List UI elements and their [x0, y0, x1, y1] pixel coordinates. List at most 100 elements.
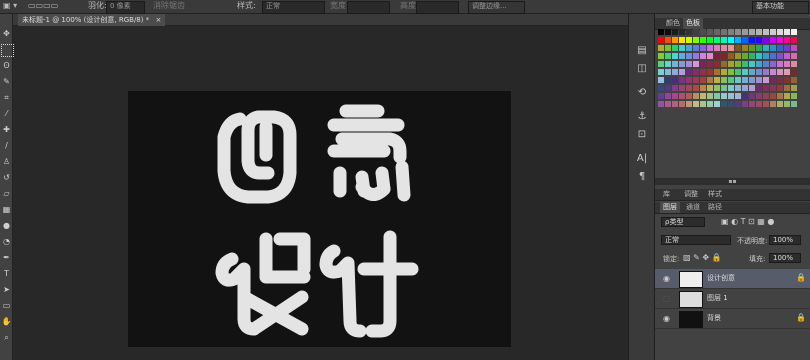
swatch[interactable] [763, 45, 769, 51]
swatch[interactable] [679, 45, 685, 51]
tab-adjustments[interactable]: 调整 [681, 189, 701, 200]
swatch[interactable] [693, 93, 699, 99]
swatch[interactable] [707, 101, 713, 107]
layer-row[interactable]: ◉ 设计创意 🔒 [655, 269, 810, 289]
swatch[interactable] [756, 29, 762, 35]
swatch[interactable] [686, 93, 692, 99]
swatch[interactable] [679, 101, 685, 107]
path-select-icon[interactable]: ➤ [1, 284, 12, 295]
swatch[interactable] [770, 29, 776, 35]
swatch[interactable] [672, 29, 678, 35]
healing-brush-icon[interactable]: ✚ [1, 124, 12, 135]
swatch[interactable] [728, 53, 734, 59]
swatch[interactable] [679, 61, 685, 67]
zoom-tool-icon[interactable]: ⌕ [1, 332, 12, 343]
swatch[interactable] [749, 29, 755, 35]
swatch[interactable] [777, 61, 783, 67]
swatch[interactable] [770, 61, 776, 67]
swatch[interactable] [693, 85, 699, 91]
swatch[interactable] [791, 53, 797, 59]
layer-row[interactable]: ◉ 背景 🔒 [655, 309, 810, 329]
swatch[interactable] [756, 37, 762, 43]
swatch[interactable] [784, 101, 790, 107]
swatch[interactable] [686, 69, 692, 75]
swatch[interactable] [714, 85, 720, 91]
swatch[interactable] [756, 85, 762, 91]
swatch[interactable] [770, 69, 776, 75]
swatch[interactable] [749, 37, 755, 43]
swatch[interactable] [742, 69, 748, 75]
swatch[interactable] [777, 69, 783, 75]
swatch[interactable] [665, 85, 671, 91]
swatch[interactable] [686, 101, 692, 107]
swatch[interactable] [784, 69, 790, 75]
swatch[interactable] [763, 53, 769, 59]
swatch[interactable] [707, 77, 713, 83]
panel-collapse-bar[interactable]: ▪▪ [655, 178, 810, 185]
swatch[interactable] [700, 45, 706, 51]
swatch[interactable] [721, 45, 727, 51]
swatch[interactable] [791, 69, 797, 75]
swatch[interactable] [791, 77, 797, 83]
swatch[interactable] [686, 85, 692, 91]
swatch[interactable] [672, 93, 678, 99]
fill-input[interactable]: 100% [769, 253, 801, 263]
swatch[interactable] [686, 37, 692, 43]
swatch[interactable] [742, 61, 748, 67]
swatch[interactable] [714, 69, 720, 75]
tab-color[interactable]: 颜色 [663, 18, 683, 29]
swatch[interactable] [784, 53, 790, 59]
swatch[interactable] [735, 61, 741, 67]
pen-tool-icon[interactable]: ✒ [1, 252, 12, 263]
swatch[interactable] [693, 69, 699, 75]
swatch[interactable] [749, 69, 755, 75]
workspace-select[interactable]: 基本功能 [752, 1, 809, 14]
swatch[interactable] [791, 93, 797, 99]
swatch[interactable] [679, 77, 685, 83]
swatch[interactable] [777, 37, 783, 43]
close-icon[interactable]: × [155, 16, 161, 24]
eyedropper-icon[interactable]: ⁄ [1, 108, 12, 119]
swatch[interactable] [777, 85, 783, 91]
swatch[interactable] [777, 77, 783, 83]
swatch[interactable] [777, 29, 783, 35]
swatch[interactable] [763, 101, 769, 107]
swatch[interactable] [735, 93, 741, 99]
swatch[interactable] [714, 61, 720, 67]
swatch[interactable] [658, 45, 664, 51]
swatch[interactable] [735, 85, 741, 91]
swatch[interactable] [672, 101, 678, 107]
swatch[interactable] [665, 93, 671, 99]
swatch[interactable] [763, 37, 769, 43]
swatch[interactable] [735, 29, 741, 35]
swatch[interactable] [742, 45, 748, 51]
swatch[interactable] [700, 53, 706, 59]
swatch[interactable] [742, 37, 748, 43]
swatch[interactable] [658, 29, 664, 35]
height-input[interactable] [416, 1, 459, 14]
swatch[interactable] [700, 93, 706, 99]
swatch[interactable] [665, 101, 671, 107]
swatch[interactable] [742, 29, 748, 35]
tab-paths[interactable]: 路径 [705, 202, 725, 213]
document-tab[interactable]: 未标题-1 @ 100% (设计创意, RGB/8) * × [18, 14, 166, 26]
clone-stamp-icon[interactable]: ♙ [1, 156, 12, 167]
hand-tool-icon[interactable]: ✋ [1, 316, 12, 327]
swatch[interactable] [658, 93, 664, 99]
swatch[interactable] [735, 37, 741, 43]
swatch[interactable] [763, 69, 769, 75]
swatch[interactable] [791, 45, 797, 51]
swatch[interactable] [672, 77, 678, 83]
swatch[interactable] [721, 69, 727, 75]
swatch[interactable] [756, 77, 762, 83]
swatch[interactable] [791, 37, 797, 43]
swatch[interactable] [658, 53, 664, 59]
swatch[interactable] [658, 37, 664, 43]
quick-select-icon[interactable]: ✎ [1, 76, 12, 87]
actions-icon[interactable]: ⚓ [635, 110, 649, 124]
swatch[interactable] [777, 93, 783, 99]
tab-styles[interactable]: 样式 [705, 189, 725, 200]
swatch[interactable] [770, 37, 776, 43]
history-icon[interactable]: ▤ [635, 44, 649, 58]
brush-tool-icon[interactable]: / [1, 140, 12, 151]
